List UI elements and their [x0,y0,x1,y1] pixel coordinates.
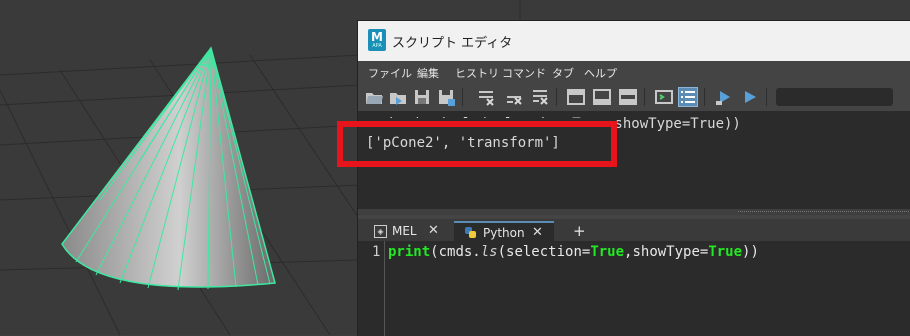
source-script-icon[interactable] [388,87,408,107]
line-number-gutter: 1 [358,241,385,336]
line-number: 1 [372,244,381,260]
title-bar[interactable]: M APA スクリプト エディタ [358,21,910,61]
toolbar-separator [704,88,705,106]
toolbar-separator [766,88,767,106]
code-print: print [388,244,431,260]
highlight-box [337,121,617,167]
save-script-to-shelf-icon[interactable] [436,87,456,107]
show-line-numbers-icon[interactable] [678,87,698,107]
echo-commands-icon[interactable] [654,87,674,107]
menu-command[interactable]: コマンド [502,65,546,81]
menu-file[interactable]: ファイル [368,65,412,81]
execute-all-icon[interactable] [740,87,760,107]
menu-help[interactable]: ヘルプ [584,65,617,81]
script-input-pane[interactable]: 1 print(cmds.ls(selection=True,showType=… [358,241,910,336]
code-line[interactable]: print(cmds.ls(selection=True,showType=Tr… [388,244,759,260]
code-true: True [590,244,625,260]
code-ls: ls [480,244,498,260]
add-tab-button[interactable]: + [561,221,595,241]
mel-icon: ◈ [374,225,387,238]
code-part: ,showType= [624,244,709,260]
maya-app-icon: M APA [368,29,386,51]
python-icon [465,227,476,238]
show-both-icon[interactable] [618,87,638,107]
tab-mel-label: MEL [392,224,417,238]
app-icon-letter: M [371,30,383,44]
menu-bar: ファイル 編集 ヒストリ コマンド タブ ヘルプ [358,61,910,83]
menu-edit[interactable]: 編集 [417,65,439,81]
editor-tab-bar: ◈ MEL ✕ Python ✕ + [358,219,910,241]
close-icon[interactable]: ✕ [532,225,543,240]
toolbar-separator [462,88,463,106]
code-true: True [708,244,743,260]
clear-all-icon[interactable] [530,87,550,107]
open-script-icon[interactable] [364,87,384,107]
tab-python[interactable]: Python ✕ [454,221,554,241]
clear-input-icon[interactable] [504,87,524,107]
toolbar-separator [556,88,557,106]
code-part: (cmds. [430,244,481,260]
app-icon-sub: APA [372,43,382,49]
tab-python-label: Python [483,226,525,240]
tab-mel[interactable]: ◈ MEL ✕ [366,221,450,241]
script-editor-window: M APA スクリプト エディタ ファイル 編集 ヒストリ コマンド タブ ヘル… [357,20,910,336]
code-part: )) [742,244,759,260]
menu-tab[interactable]: タブ [552,65,574,81]
splitter-grip[interactable] [738,211,910,214]
save-script-icon[interactable] [412,87,432,107]
execute-selected-icon[interactable] [714,87,734,107]
show-input-icon[interactable] [592,87,612,107]
add-tab-label: + [573,222,586,240]
toolbar [358,83,910,111]
toolbar-search-field[interactable] [776,88,893,106]
menu-history[interactable]: ヒストリ [455,65,499,81]
close-icon[interactable]: ✕ [428,223,439,238]
code-part: (selection= [497,244,591,260]
window-title: スクリプト エディタ [392,36,513,51]
toolbar-separator [644,88,645,106]
clear-history-icon[interactable] [476,87,496,107]
show-history-icon[interactable] [566,87,586,107]
